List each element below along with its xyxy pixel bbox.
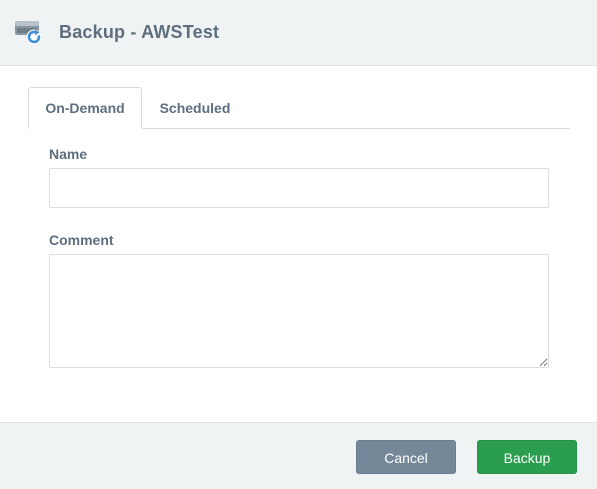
tab-on-demand[interactable]: On-Demand [28, 87, 142, 129]
backup-drive-icon [14, 17, 44, 47]
tab-scheduled[interactable]: Scheduled [142, 87, 248, 129]
name-input[interactable] [49, 168, 549, 208]
backup-button[interactable]: Backup [477, 440, 577, 474]
tab-bar: On-Demand Scheduled [28, 87, 570, 129]
comment-label: Comment [49, 232, 114, 248]
dialog-header: Backup - AWSTest [0, 0, 597, 66]
dialog-title: Backup - AWSTest [59, 22, 220, 42]
cancel-button[interactable]: Cancel [356, 440, 456, 474]
name-label: Name [49, 146, 88, 162]
dialog-footer: Cancel Backup [0, 422, 597, 489]
comment-textarea[interactable] [49, 254, 549, 368]
backup-dialog: Backup - AWSTest On-Demand Scheduled Nam… [0, 0, 597, 489]
